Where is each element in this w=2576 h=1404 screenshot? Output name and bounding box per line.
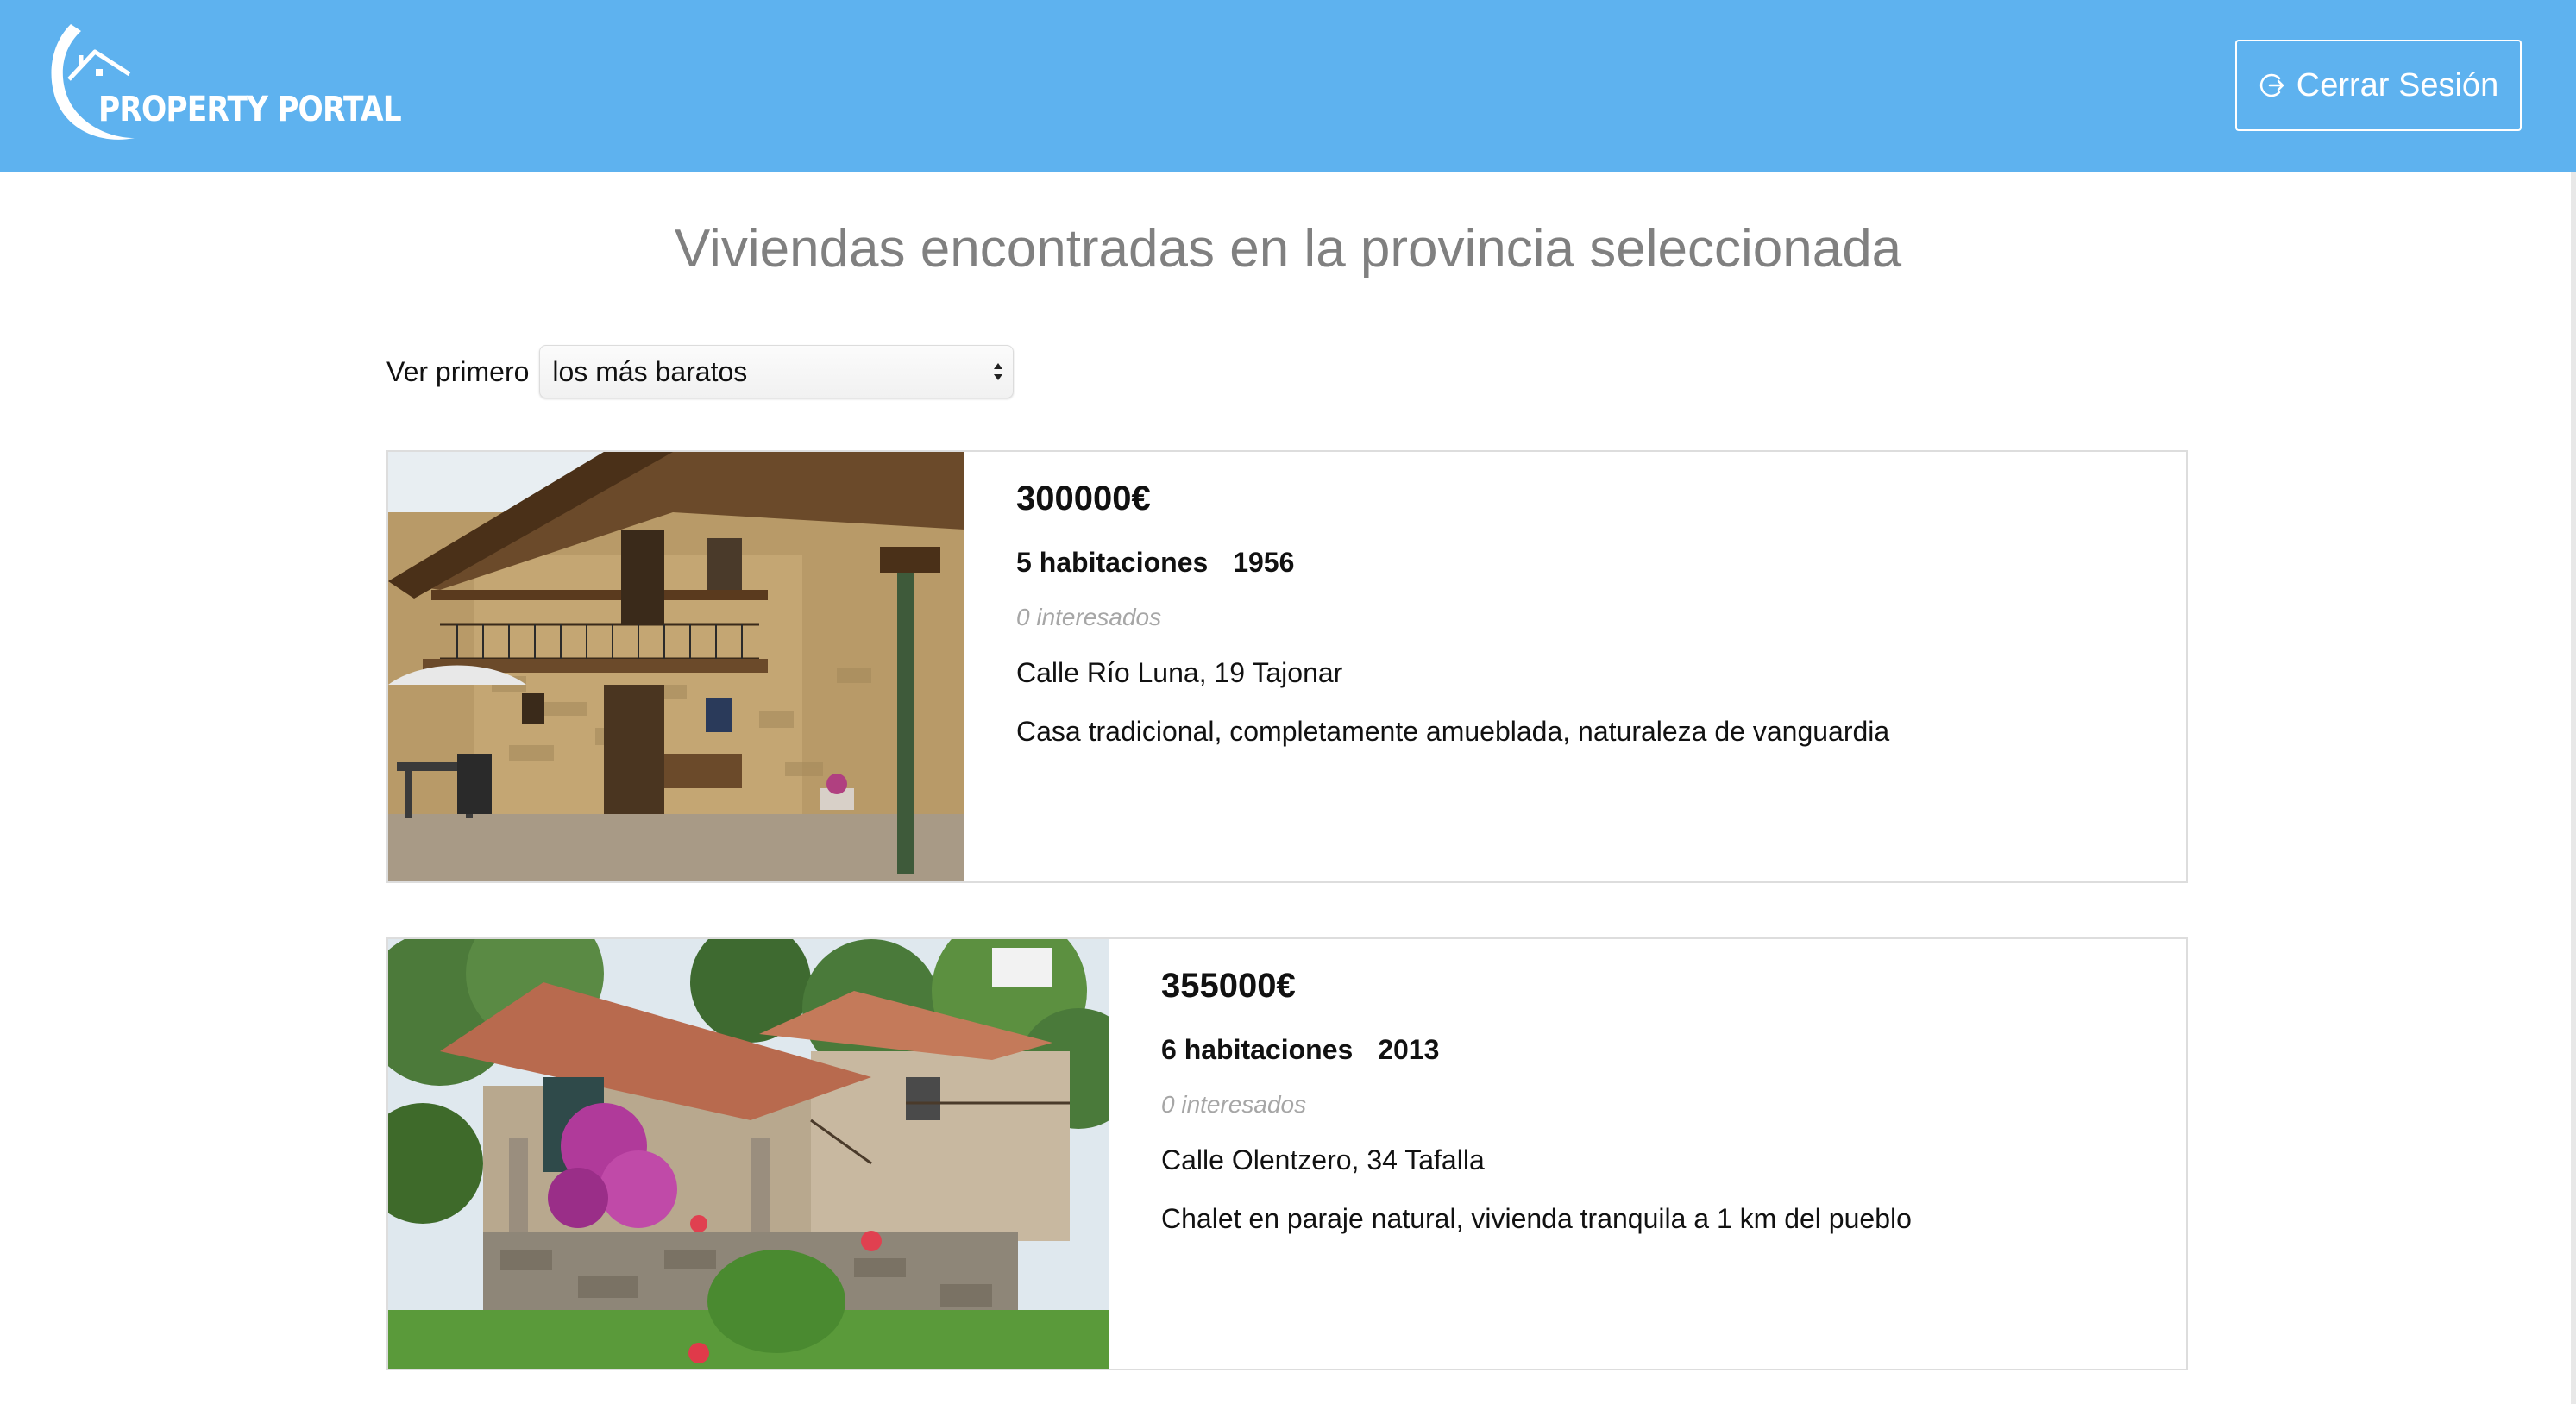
sort-label: Ver primero [386, 355, 530, 387]
property-rooms: 6 habitaciones [1161, 1034, 1354, 1065]
property-photo[interactable] [388, 939, 1109, 1369]
property-rooms-year: 6 habitaciones 2013 [1161, 1034, 1439, 1066]
sort-order-select[interactable]: los más baratos [539, 345, 1015, 398]
logout-icon [2259, 73, 2284, 97]
property-interested-count: 0 interesados [1161, 1091, 1307, 1118]
select-arrows-icon [994, 363, 1003, 380]
stone-house-photo [388, 452, 964, 881]
property-address: Calle Olentzero, 34 Tafalla [1161, 1144, 1485, 1175]
page-scrollbar[interactable] [2571, 172, 2576, 1404]
page-title: Viviendas encontradas en la provincia se… [674, 219, 1902, 279]
property-address: Calle Río Luna, 19 Tajonar [1016, 657, 1343, 688]
property-year: 2013 [1378, 1034, 1440, 1065]
property-rooms-year: 5 habitaciones 1956 [1016, 547, 1294, 579]
property-card[interactable]: 355000€ 6 habitaciones 2013 0 interesado… [386, 937, 2188, 1370]
property-description: Chalet en paraje natural, vivienda tranq… [1161, 1203, 1912, 1234]
top-navbar: PROPERTY PORTAL Cerrar Sesión [0, 0, 2576, 172]
sort-selected-value: los más baratos [552, 355, 748, 387]
logo-text: PROPERTY PORTAL [98, 90, 402, 129]
stone-chalet-photo [388, 939, 1109, 1369]
property-card[interactable]: 300000€ 5 habitaciones 1956 0 interesado… [386, 450, 2188, 883]
property-interested-count: 0 interesados [1016, 604, 1162, 630]
property-description: Casa tradicional, completamente amueblad… [1016, 716, 1890, 747]
property-year: 1956 [1233, 547, 1295, 578]
property-rooms: 5 habitaciones [1016, 547, 1209, 578]
property-price: 355000€ [1161, 967, 1296, 1005]
logout-button[interactable]: Cerrar Sesión [2235, 40, 2522, 131]
property-photo[interactable] [388, 452, 964, 881]
property-portal-logo[interactable]: PROPERTY PORTAL [47, 17, 402, 147]
property-price: 300000€ [1016, 479, 1151, 517]
sort-control: Ver primero los más baratos [386, 345, 1015, 398]
logout-label: Cerrar Sesión [2296, 66, 2499, 103]
